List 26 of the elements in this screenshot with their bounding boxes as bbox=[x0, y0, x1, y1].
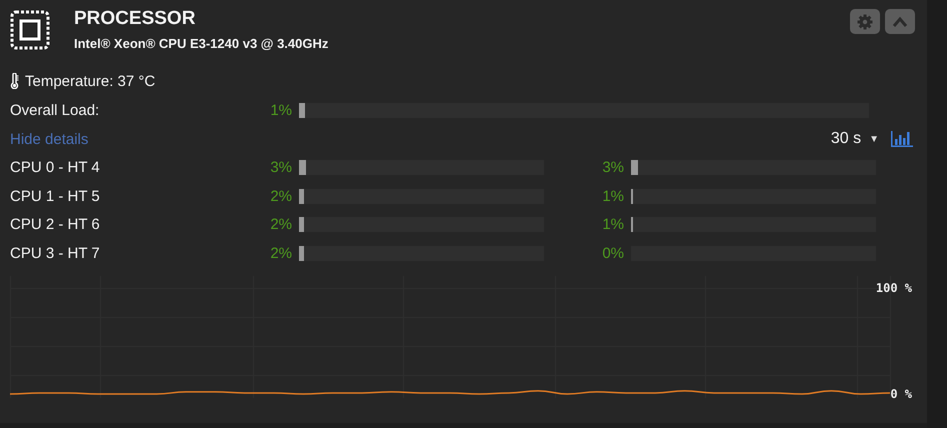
collapse-button[interactable] bbox=[885, 9, 915, 34]
thermometer-icon bbox=[10, 73, 19, 89]
load-percent: 3% bbox=[269, 159, 292, 176]
gear-icon bbox=[857, 14, 873, 30]
cpu-label: CPU 2 - HT 6 bbox=[10, 216, 101, 234]
processor-model: Intel® Xeon® CPU E3-1240 v3 @ 3.40GHz bbox=[74, 36, 328, 51]
cpu-label: CPU 1 - HT 5 bbox=[10, 188, 101, 205]
overall-load-label: Overall Load: bbox=[10, 102, 100, 119]
axis-tick-label: 100 % bbox=[876, 280, 912, 294]
load-percent: 1% bbox=[601, 216, 624, 234]
cpu-label: CPU 3 - HT 7 bbox=[10, 244, 101, 262]
interval-dropdown[interactable]: 30 s ▼ bbox=[830, 130, 879, 148]
load-percent: 2% bbox=[269, 244, 292, 262]
settings-button[interactable] bbox=[850, 9, 880, 34]
load-percent: 1% bbox=[269, 102, 292, 119]
load-percent: 2% bbox=[269, 188, 292, 205]
axis-tick-label: 0 % bbox=[890, 386, 912, 400]
temperature-label: Temperature: 37 °C bbox=[25, 72, 156, 90]
bar-chart-icon[interactable] bbox=[891, 131, 913, 147]
cpu-label: CPU 0 - HT 4 bbox=[10, 159, 101, 176]
load-percent: 3% bbox=[601, 159, 624, 176]
load-percent: 1% bbox=[601, 188, 624, 205]
load-percent: 0% bbox=[601, 244, 624, 262]
chip-icon bbox=[10, 10, 50, 50]
load-percent: 2% bbox=[269, 216, 292, 234]
panel-title: PROCESSOR bbox=[74, 8, 196, 30]
